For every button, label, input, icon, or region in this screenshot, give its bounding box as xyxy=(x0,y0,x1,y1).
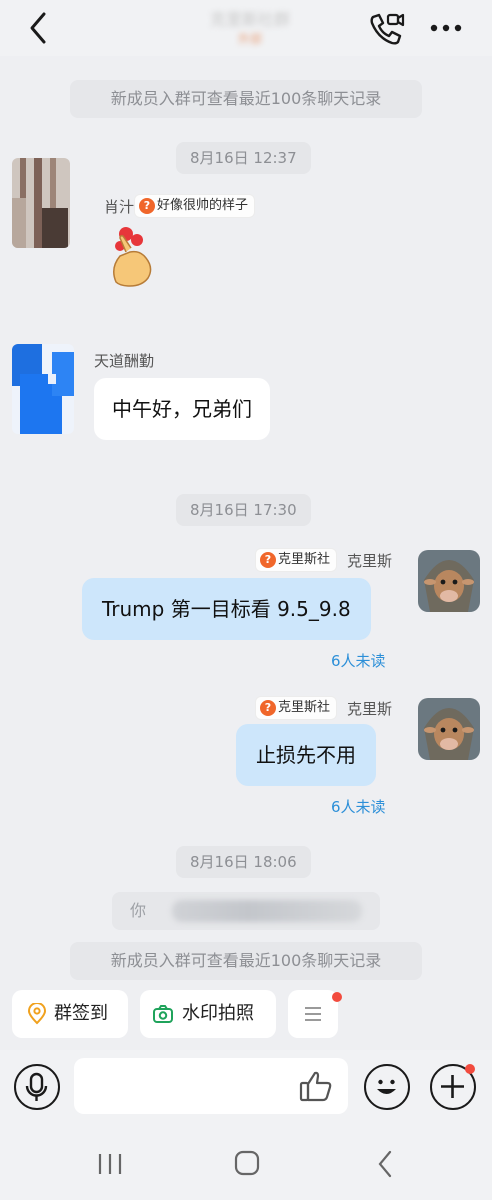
watermark-camera-button[interactable]: 水印拍照 xyxy=(140,990,276,1038)
thumbs-up-icon xyxy=(299,1071,332,1102)
member-tag-label: 克里斯社 xyxy=(278,700,331,715)
group-title-text: 克里斯社群 xyxy=(209,10,290,29)
recent-apps-icon xyxy=(98,1154,122,1174)
message-bubble[interactable]: Trump 第一目标看 9.5_9.8 xyxy=(82,578,371,640)
voice-button[interactable] xyxy=(14,1064,60,1110)
checkin-button[interactable]: 群签到 xyxy=(12,990,128,1038)
avatar-image xyxy=(418,698,480,760)
member-tag-label: 克里斯社 xyxy=(278,552,331,567)
sender-name: 天道酬勤 xyxy=(94,352,155,370)
more-button[interactable] xyxy=(424,8,468,48)
sender-name: 克里斯 xyxy=(347,552,393,570)
system-nav-bar xyxy=(0,1128,492,1200)
chevron-left-icon xyxy=(378,1150,392,1178)
member-tag: ? 克里斯社 xyxy=(255,548,338,572)
phone-video-icon xyxy=(370,13,405,45)
redaction-smudge xyxy=(172,900,362,922)
read-status[interactable]: 6人未读 xyxy=(331,650,386,671)
system-message: 你 xyxy=(112,892,380,930)
chat-screen: 克里斯社群 外部 新成员入群可查看最近100条聊天记录 8月16日 12:37 xyxy=(0,0,492,1200)
history-notice: 新成员入群可查看最近100条聊天记录 xyxy=(70,80,422,118)
emoji-message[interactable] xyxy=(106,222,160,292)
member-tag: ? 克里斯社 xyxy=(255,696,338,720)
home-icon xyxy=(234,1150,260,1176)
more-dots-icon xyxy=(430,24,462,32)
timestamp: 8月16日 12:37 xyxy=(176,142,311,174)
like-button[interactable] xyxy=(298,1068,334,1104)
location-pin-icon xyxy=(27,1003,47,1025)
message-bubble[interactable]: 止损先不用 xyxy=(236,724,376,786)
group-title-badge: 外部 xyxy=(237,32,262,46)
top-bar: 克里斯社群 外部 xyxy=(0,0,492,56)
member-tag-label: 好像很帅的样子 xyxy=(157,198,249,213)
emoji-button[interactable] xyxy=(364,1064,410,1110)
avatar[interactable] xyxy=(418,698,480,760)
back-button[interactable] xyxy=(20,8,60,48)
sender-name: 克里斯 xyxy=(347,700,393,718)
more-actions-button[interactable] xyxy=(288,990,342,1038)
tag-badge-icon: ? xyxy=(260,552,276,568)
avatar[interactable] xyxy=(12,158,70,248)
avatar-image xyxy=(12,158,70,248)
checkin-label: 群签到 xyxy=(54,1003,108,1024)
group-title: 克里斯社群 外部 xyxy=(150,6,350,50)
history-notice: 新成员入群可查看最近100条聊天记录 xyxy=(70,942,422,980)
tag-badge-icon: ? xyxy=(139,198,155,214)
timestamp: 8月16日 17:30 xyxy=(176,494,311,526)
system-back-button[interactable] xyxy=(366,1146,406,1182)
read-status[interactable]: 6人未读 xyxy=(331,796,386,817)
message-bubble[interactable]: 中午好，兄弟们 xyxy=(94,378,270,440)
avatar-image xyxy=(12,344,74,434)
notification-dot xyxy=(332,992,342,1002)
avatar[interactable] xyxy=(418,550,480,612)
call-button[interactable] xyxy=(364,8,406,48)
sender-name: 肖汁 xyxy=(104,198,135,216)
avatar-image xyxy=(418,550,480,612)
microphone-icon xyxy=(25,1072,48,1101)
ok-hand-icon xyxy=(113,227,152,287)
watermark-camera-label: 水印拍照 xyxy=(182,1003,254,1024)
avatar[interactable] xyxy=(12,344,74,434)
recent-apps-button[interactable] xyxy=(90,1146,130,1182)
system-message-text: 你 xyxy=(130,901,147,920)
menu-icon xyxy=(305,1007,321,1021)
smiley-icon xyxy=(377,1079,396,1094)
member-tag: ? 好像很帅的样子 xyxy=(134,194,256,218)
camera-icon xyxy=(153,1005,173,1023)
notification-dot xyxy=(465,1064,475,1074)
timestamp: 8月16日 18:06 xyxy=(176,846,311,878)
chevron-left-icon xyxy=(30,12,46,44)
tag-badge-icon: ? xyxy=(260,700,276,716)
home-button[interactable] xyxy=(227,1146,267,1182)
input-bar xyxy=(0,1050,492,1128)
